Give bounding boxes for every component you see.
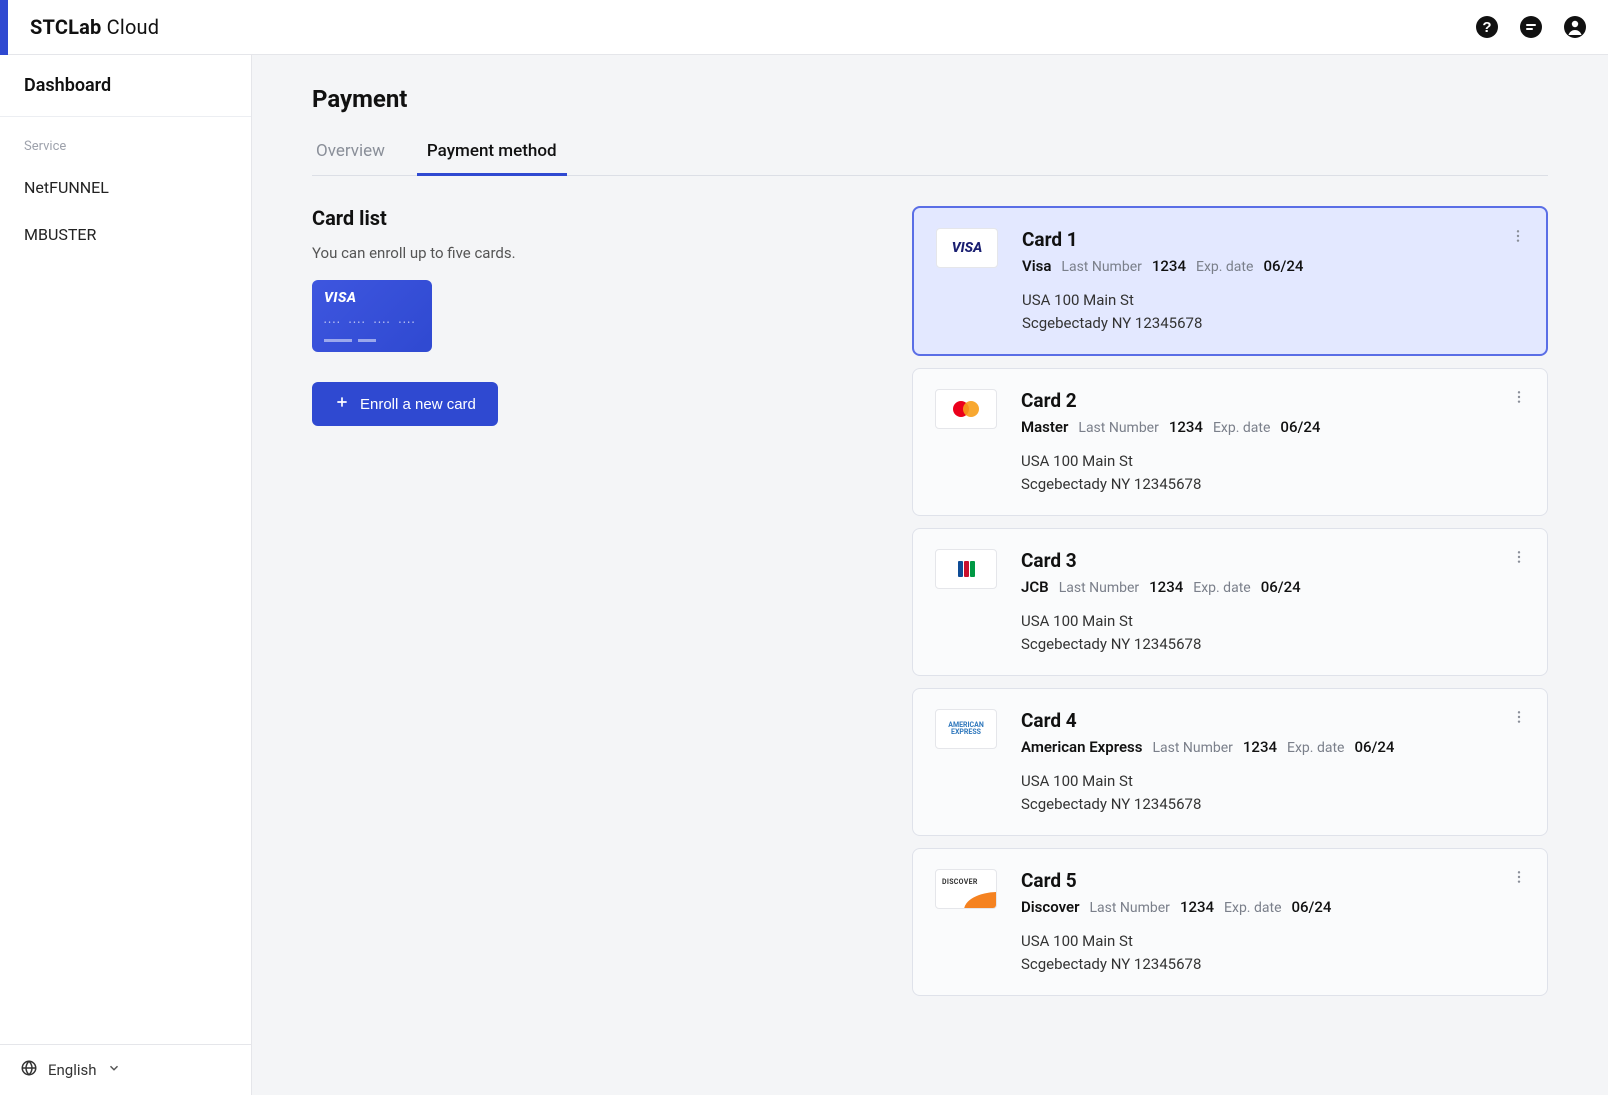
language-selector[interactable]: English [0,1044,251,1095]
last-number-label: Last Number [1152,740,1232,756]
card-brand: Discover [1021,898,1079,916]
card-row[interactable]: Card 2 Master Last Number 1234 Exp. date 06/2… [912,368,1548,516]
help-icon[interactable]: ? [1474,14,1500,40]
exp-date-label: Exp. date [1213,420,1270,436]
accent-bar [0,0,8,55]
card-last4: 1234 [1152,257,1186,275]
card-exp: 06/24 [1280,418,1320,436]
main-content: Payment Overview Payment method Card lis… [252,55,1608,1095]
card-brand: Master [1021,418,1068,436]
card-preview-number: •••• •••• •••• •••• [324,319,420,327]
account-icon[interactable] [1562,14,1588,40]
card-last4: 1234 [1243,738,1277,756]
brand-logo[interactable]: STCLab Cloud [30,15,159,39]
chevron-down-icon [107,1061,121,1079]
exp-date-label: Exp. date [1196,259,1253,275]
card-meta: Discover Last Number 1234 Exp. date 06/24 [1021,898,1525,916]
card-name: Card 2 [1021,389,1525,412]
card-address: USA 100 Main StScgebectady NY 12345678 [1021,610,1525,655]
card-brand: American Express [1021,738,1142,756]
card-meta: JCB Last Number 1234 Exp. date 06/24 [1021,578,1525,596]
jcb-logo-icon [935,549,997,589]
card-more-menu[interactable] [1506,224,1530,248]
card-list-subtitle: You can enroll up to five cards. [312,244,872,262]
card-list-title: Card list [312,206,872,230]
card-name: Card 1 [1022,228,1524,251]
enroll-card-label: Enroll a new card [360,396,476,413]
card-meta: Visa Last Number 1234 Exp. date 06/24 [1022,257,1524,275]
amex-logo-icon: AMERICANEXPRESS [935,709,997,749]
sidebar-item-dashboard[interactable]: Dashboard [0,55,251,117]
card-brand: JCB [1021,578,1049,596]
plus-icon [334,394,350,414]
card-brand: Visa [1022,257,1051,275]
card-preview-stripes [324,339,420,342]
card-exp: 06/24 [1263,257,1303,275]
visa-logo-icon: VISA [324,290,420,306]
card-row[interactable]: VISA Card 1 Visa Last Number 1234 Exp. date 06… [912,206,1548,356]
discover-logo-icon: DISCOVER [935,869,997,909]
brand-light: Cloud [107,15,160,39]
tab-overview[interactable]: Overview [312,131,389,175]
visa-logo-icon: VISA [936,228,998,268]
cards-list: VISA Card 1 Visa Last Number 1234 Exp. date 06… [912,206,1548,996]
sidebar-section-label: Service [0,117,251,164]
last-number-label: Last Number [1078,420,1158,436]
master-logo-icon [935,389,997,429]
exp-date-label: Exp. date [1287,740,1344,756]
sidebar-item-mbuster[interactable]: MBUSTER [0,211,251,258]
last-number-label: Last Number [1059,580,1139,596]
card-address: USA 100 Main StScgebectady NY 12345678 [1021,450,1525,495]
card-row[interactable]: Card 3 JCB Last Number 1234 Exp. date 06/24 US… [912,528,1548,676]
card-row[interactable]: DISCOVER Card 5 Discover Last Number 1234 Exp… [912,848,1548,996]
card-name: Card 5 [1021,869,1525,892]
exp-date-label: Exp. date [1224,900,1281,916]
globe-icon [20,1059,38,1081]
sidebar-item-netfunnel[interactable]: NetFUNNEL [0,164,251,211]
card-preview[interactable]: VISA •••• •••• •••• •••• [312,280,432,352]
card-last4: 1234 [1180,898,1214,916]
card-more-menu[interactable] [1507,545,1531,569]
sidebar: Dashboard Service NetFUNNEL MBUSTER Engl… [0,55,252,1095]
card-last4: 1234 [1169,418,1203,436]
card-last4: 1234 [1149,578,1183,596]
card-meta: American Express Last Number 1234 Exp. date… [1021,738,1525,756]
card-address: USA 100 Main StScgebectady NY 12345678 [1021,930,1525,975]
card-more-menu[interactable] [1507,385,1531,409]
card-name: Card 3 [1021,549,1525,572]
card-exp: 06/24 [1292,898,1332,916]
card-address: USA 100 Main StScgebectady NY 12345678 [1021,770,1525,815]
card-exp: 06/24 [1261,578,1301,596]
card-address: USA 100 Main StScgebectady NY 12345678 [1022,289,1524,334]
exp-date-label: Exp. date [1193,580,1250,596]
card-exp: 06/24 [1354,738,1394,756]
card-name: Card 4 [1021,709,1525,732]
card-meta: Master Last Number 1234 Exp. date 06/24 [1021,418,1525,436]
topbar: STCLab Cloud ? [0,0,1608,55]
last-number-label: Last Number [1089,900,1169,916]
card-row[interactable]: AMERICANEXPRESS Card 4 American Express Las… [912,688,1548,836]
tabs: Overview Payment method [312,131,1548,176]
tab-payment-method[interactable]: Payment method [423,131,561,175]
enroll-card-button[interactable]: Enroll a new card [312,382,498,426]
card-more-menu[interactable] [1507,865,1531,889]
svg-text:?: ? [1482,19,1491,36]
card-more-menu[interactable] [1507,705,1531,729]
last-number-label: Last Number [1061,259,1141,275]
chat-icon[interactable] [1518,14,1544,40]
brand-strong: STCLab [30,15,102,39]
page-title: Payment [312,85,1548,113]
language-label: English [48,1061,97,1079]
